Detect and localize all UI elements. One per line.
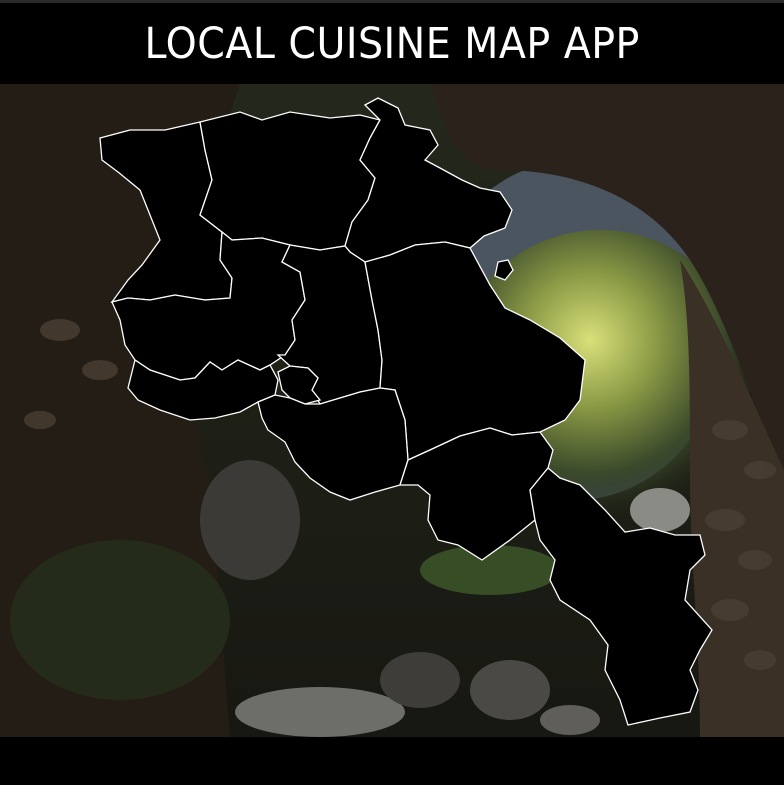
footer-bar xyxy=(0,737,784,785)
app-title: LOCAL CUISINE MAP APP xyxy=(144,18,640,69)
header-bar: LOCAL CUISINE MAP APP xyxy=(0,0,784,84)
map-canvas[interactable] xyxy=(0,84,784,737)
map-view[interactable] xyxy=(0,84,784,737)
